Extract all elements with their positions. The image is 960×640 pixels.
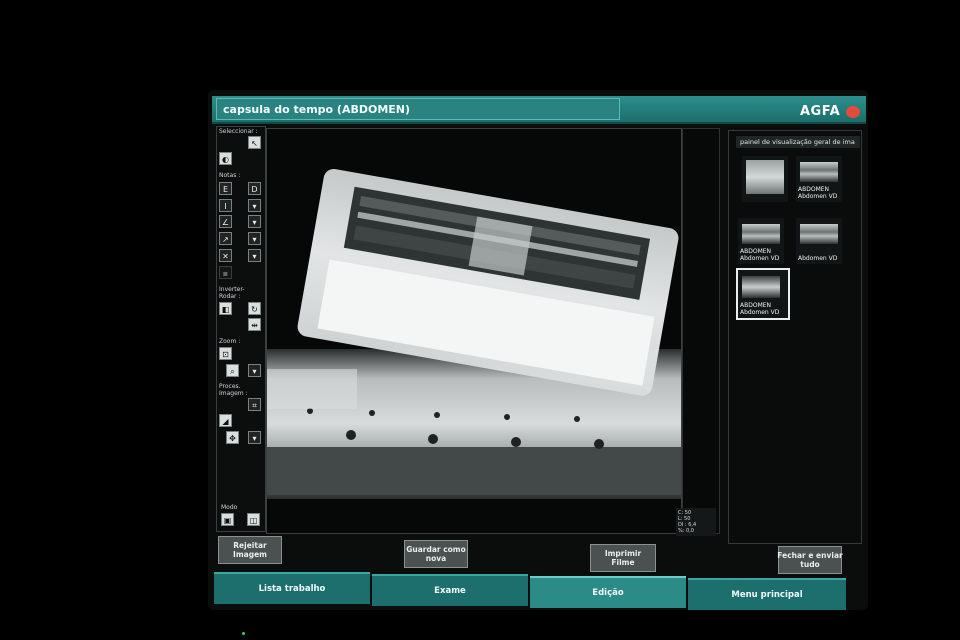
- inverter-label: Inverter- Rodar :: [219, 286, 245, 300]
- thumbnail-sublabel: Abdomen VD: [798, 193, 838, 200]
- thumbnail-image: [800, 224, 838, 244]
- thumbnail-sublabel: Abdomen VD: [798, 255, 838, 262]
- crop-tool-icon[interactable]: ⌗: [248, 398, 261, 411]
- tab-exame[interactable]: Exame: [372, 574, 528, 606]
- agfa-logo-icon: [846, 106, 860, 118]
- flip-icon[interactable]: ⇹: [248, 318, 261, 331]
- thumbnail-sublabel: Abdomen VD: [740, 309, 780, 316]
- angle-dropdown-icon[interactable]: ▾: [248, 215, 261, 228]
- magnifier-icon[interactable]: ⌕: [226, 364, 239, 377]
- thumbnail[interactable]: Abdomen VD: [796, 218, 842, 264]
- thumbnail-image: [742, 276, 780, 298]
- power-led-icon: [242, 632, 245, 635]
- contrast-icon[interactable]: ◢: [219, 414, 232, 427]
- note-right-tool[interactable]: D: [248, 182, 261, 195]
- arrow-tool-icon[interactable]: ↗: [219, 232, 232, 245]
- angle-tool-icon[interactable]: ∠: [219, 215, 232, 228]
- thumbnail-image: [800, 162, 838, 182]
- measure-tool-icon[interactable]: ✕: [219, 249, 232, 262]
- text-note-tool[interactable]: I: [219, 199, 232, 212]
- rotate-icon[interactable]: ↻: [248, 302, 261, 315]
- proc-imagem-label: Proces. Imagem :: [219, 383, 248, 397]
- modo-label: Modo: [221, 504, 238, 511]
- measure-dropdown-icon[interactable]: ▾: [248, 249, 261, 262]
- thumbnail-image: [746, 160, 784, 194]
- window-level-readout: C: 50 L: 50 DI : 6,4 %: 0,0: [676, 508, 716, 536]
- thumbnail[interactable]: ABDOMEN Abdomen VD: [796, 156, 842, 202]
- reject-image-button[interactable]: Rejeitar Imagem: [218, 536, 282, 564]
- process-dropdown-icon[interactable]: ▾: [248, 431, 261, 444]
- wl-zoom: %: 0,0: [678, 528, 694, 534]
- tab-edicao[interactable]: Edição: [530, 576, 686, 608]
- text-note-dropdown-icon[interactable]: ▾: [248, 199, 261, 212]
- select-region-tool-icon[interactable]: ◐: [219, 152, 232, 165]
- notas-label: Notas :: [219, 172, 241, 179]
- save-as-new-button[interactable]: Guardar como nova: [404, 540, 468, 568]
- thumbnail[interactable]: ABDOMEN Abdomen VD: [738, 218, 784, 264]
- thumbnail-sublabel: Abdomen VD: [740, 255, 780, 262]
- image-viewer[interactable]: [266, 128, 682, 534]
- note-left-tool[interactable]: E: [219, 182, 232, 195]
- tab-menu-principal[interactable]: Menu principal: [688, 578, 846, 610]
- zoom-dropdown-icon[interactable]: ▾: [248, 364, 261, 377]
- process-icon[interactable]: ✥: [226, 431, 239, 444]
- seleccionar-label: Seleccionar :: [219, 128, 258, 135]
- print-film-button[interactable]: Imprimir Filme: [590, 544, 656, 572]
- thumbnail-label: ABDOMEN: [798, 186, 830, 193]
- mode-view-icon[interactable]: ▣: [221, 513, 234, 526]
- xray-image: [267, 129, 681, 533]
- overview-header: painel de visualização geral de ima: [736, 136, 860, 148]
- clear-tool-icon[interactable]: ▪: [219, 266, 232, 279]
- thumbnail[interactable]: [742, 156, 788, 202]
- zoom-label: Zoom :: [219, 338, 241, 345]
- zoom-fit-icon[interactable]: ⊡: [219, 347, 232, 360]
- brand-name: AGFA: [800, 104, 841, 119]
- tab-lista-trabalho[interactable]: Lista trabalho: [214, 572, 370, 604]
- thumbnail-label: ABDOMEN: [740, 302, 772, 309]
- close-and-send-button[interactable]: Fechar e enviar tudo: [777, 546, 843, 574]
- mode-edit-icon[interactable]: ◫: [247, 513, 260, 526]
- pointer-tool-icon[interactable]: ↖: [248, 136, 261, 149]
- window-title: capsula do tempo (ABDOMEN): [216, 98, 620, 120]
- invert-icon[interactable]: ◧: [219, 302, 232, 315]
- thumbnail-image: [742, 224, 780, 244]
- arrow-dropdown-icon[interactable]: ▾: [248, 232, 261, 245]
- thumbnail-selected[interactable]: ABDOMEN Abdomen VD: [736, 268, 790, 320]
- viewer-side-strip: [682, 128, 720, 534]
- thumbnail-label: ABDOMEN: [740, 248, 772, 255]
